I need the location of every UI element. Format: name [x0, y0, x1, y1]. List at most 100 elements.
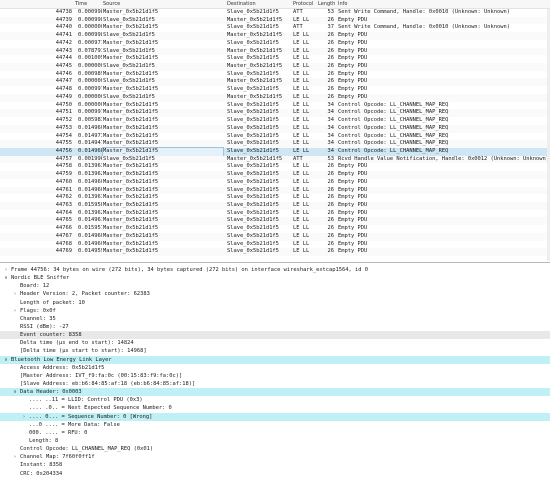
packet-time: 0.014960	[78, 240, 102, 247]
packet-list-header: Time Source Destination Protocol Length …	[0, 0, 550, 9]
detail-tree-item[interactable]: Delta time (µs end to start): 14824	[0, 339, 550, 347]
packet-info: Empty PDU	[338, 55, 368, 62]
packet-row[interactable]: 44755 0.014947 Master_0x5b21d1f5 Slave_0x5b…	[0, 140, 550, 148]
packet-row[interactable]: 44761 0.014960 Master_0x5b21d1f5 Slave_0x5b…	[0, 186, 550, 195]
column-header-protocol[interactable]: Protocol	[293, 1, 313, 7]
detail-tree-item[interactable]: Channel: 35	[0, 315, 550, 323]
packet-row[interactable]: 44742 0.000971 Master_0x5b21d1f5 Slave_0x5b…	[0, 39, 550, 48]
packet-protocol: LE LL	[293, 63, 310, 70]
detail-tree-item[interactable]: Board: 12	[0, 282, 550, 290]
packet-row[interactable]: 44741 0.000998 Slave_0x5b21d1f5 Master_0x5b…	[0, 32, 550, 40]
packet-row[interactable]: 44763 0.015958 Master_0x5b21d1f5 Slave_0x5b…	[0, 201, 550, 210]
detail-tree-item[interactable]: .... .0.. = Next Expected Sequence Numbe…	[0, 404, 550, 412]
detail-tree-item[interactable]: .... ..11 = LLID: Control PDU (0x3)	[0, 396, 550, 404]
detail-tree-item[interactable]: [Delta time (µs start to start): 14968]	[0, 347, 550, 355]
detail-tree-item[interactable]: Instant: 8358	[0, 461, 550, 469]
packet-row[interactable]: 44764 0.013962 Master_0x5b21d1f5 Slave_0x5b…	[0, 209, 550, 218]
packet-number: 44763	[55, 201, 72, 208]
packet-row[interactable]: 44745 0.000000 Slave_0x5b21d1f5 Master_0x5b…	[0, 63, 550, 71]
packet-destination: Slave_0x5b21d1f5	[227, 86, 279, 93]
collapse-arrow-icon[interactable]: ›	[20, 413, 28, 421]
detail-tree-item[interactable]: › Channel Map: 7f60f0ff1f	[0, 453, 550, 461]
packet-row[interactable]: 44759 0.013962 Master_0x5b21d1f5 Slave_0x5b…	[0, 171, 550, 179]
packet-destination: Slave_0x5b21d1f5	[227, 217, 279, 224]
detail-tree-item[interactable]: Length: 8	[0, 437, 550, 445]
packet-protocol: LE LL	[293, 55, 310, 62]
packet-time: 0.014960	[78, 186, 102, 193]
detail-tree-item[interactable]: › Flags: 0x0f	[0, 307, 550, 315]
expand-arrow-icon[interactable]: ∨	[2, 274, 10, 282]
detail-tree-item[interactable]: Control Opcode: LL_CHANNEL_MAP_REQ (0x01…	[0, 445, 550, 453]
detail-tree-item[interactable]: Access Address: 0x5b21d1f5	[0, 364, 550, 372]
packet-destination: Slave_0x5b21d1f5	[227, 147, 279, 154]
packet-row[interactable]: 44765 0.014961 Master_0x5b21d1f5 Slave_0x5b…	[0, 217, 550, 226]
collapse-arrow-icon[interactable]: ›	[11, 453, 19, 461]
expand-arrow-icon[interactable]: ∨	[2, 356, 10, 364]
detail-tree-item[interactable]: [Master Address: IVT_f9:fa:0c (00:15:83:…	[0, 372, 550, 380]
detail-tree-item[interactable]: Event counter: 8358	[0, 331, 550, 340]
packet-protocol: LE LL	[293, 248, 310, 255]
detail-tree-item[interactable]: [Slave Address: eb:b6:84:85:af:18 (eb:b6…	[0, 380, 550, 388]
packet-row[interactable]: 44743 0.078791 Slave_0x5b21d1f5 Master_0x5b…	[0, 47, 550, 56]
packet-info: Empty PDU	[338, 163, 368, 170]
packet-row[interactable]: 44767 0.014960 Master_0x5b21d1f5 Slave_0x5b…	[0, 232, 550, 241]
column-header-length[interactable]: Length	[318, 1, 335, 7]
detail-tree-item[interactable]: ...0 .... = More Data: False	[0, 421, 550, 429]
expand-arrow-icon[interactable]: ∨	[11, 388, 19, 396]
detail-tree-label: Access Address: 0x5b21d1f5	[20, 364, 105, 371]
detail-tree-item[interactable]: ›.... 0... = Sequence Number: 0 [Wrong]	[0, 412, 550, 421]
packet-row[interactable]: 44769 0.014959 Master_0x5b21d1f5 Slave_0x5b…	[0, 248, 550, 256]
packet-time: 0.015958	[78, 201, 102, 208]
collapse-arrow-icon[interactable]: ›	[11, 290, 19, 298]
detail-tree-label: [Master Address: IVT_f9:fa:0c (00:15:83:…	[20, 372, 183, 379]
packet-destination: Slave_0x5b21d1f5	[227, 101, 279, 108]
packet-row[interactable]: 44756 0.014968 Master_0x5b21d1f5 Slave_0x5b…	[0, 146, 550, 157]
packet-protocol: LE LL	[293, 147, 310, 154]
packet-row[interactable]: 44749 0.000000 Slave_0x5b21d1f5 Master_0x5b…	[0, 93, 550, 102]
packet-row[interactable]: 44740 0.000000 Master_0x5b21d1f5 Slave_0x5b…	[0, 24, 550, 33]
packet-row[interactable]: 44762 0.013963 Master_0x5b21d1f5 Slave_0x5b…	[0, 194, 550, 202]
packet-time: 0.000000	[78, 24, 102, 31]
packet-row[interactable]: 44751 0.000997 Master_0x5b21d1f5 Slave_0x5b…	[0, 109, 550, 118]
column-header-info[interactable]: Info	[338, 1, 347, 7]
detail-tree-item[interactable]: CRC: 0x204334	[0, 470, 550, 478]
detail-tree-label: CRC: 0x204334	[20, 470, 63, 477]
detail-tree-item[interactable]: Length of packet: 10	[0, 299, 550, 307]
packet-length: 26	[327, 70, 335, 77]
packet-row[interactable]: 44757 0.001996 Slave_0x5b21d1f5 Master_0x5b…	[0, 155, 550, 164]
packet-row[interactable]: 44739 0.000998 Slave_0x5b21d1f5 Master_0x5b…	[0, 16, 550, 25]
packet-row[interactable]: 44738 0.000998 Master_0x5b21d1f5 Slave_0x5b…	[0, 9, 550, 17]
collapse-arrow-icon[interactable]: ›	[2, 266, 10, 274]
packet-row[interactable]: 44758 0.013963 Master_0x5b21d1f5 Slave_0x5b…	[0, 163, 550, 172]
packet-protocol: LE LL	[293, 39, 310, 46]
packet-row[interactable]: 44753 0.014960 Master_0x5b21d1f5 Slave_0x5b…	[0, 124, 550, 133]
detail-tree-item[interactable]: ∨ Data Header: 0x0003	[0, 388, 550, 397]
detail-tree-item[interactable]: ∨ Nordic BLE Sniffer	[0, 274, 550, 282]
detail-tree-item[interactable]: › Frame 44756: 34 bytes on wire (272 bits…	[0, 266, 550, 274]
packet-length: 26	[327, 55, 335, 62]
packet-row[interactable]: 44766 0.015957 Master_0x5b21d1f5 Slave_0x5b…	[0, 225, 550, 233]
detail-tree-item[interactable]: ∨ Bluetooth Low Energy Link Layer	[0, 355, 550, 364]
packet-row[interactable]: 44768 0.014960 Master_0x5b21d1f5 Slave_0x5b…	[0, 240, 550, 249]
packet-source: Slave_0x5b21d1f5	[103, 63, 155, 70]
packet-source: Master_0x5b21d1f5	[103, 132, 159, 139]
detail-tree-item[interactable]: › Header Version: 2, Packet counter: 6238…	[0, 290, 550, 298]
collapse-arrow-icon[interactable]: ›	[11, 307, 19, 315]
packet-row[interactable]: 44746 0.000989 Master_0x5b21d1f5 Slave_0x5b…	[0, 70, 550, 79]
packet-length: 26	[327, 217, 335, 224]
packet-info: Empty PDU	[338, 217, 368, 224]
column-header-time[interactable]: Time	[75, 1, 87, 7]
packet-row[interactable]: 44748 0.000997 Master_0x5b21d1f5 Slave_0x5b…	[0, 86, 550, 94]
packet-row[interactable]: 44744 0.001005 Master_0x5b21d1f5 Slave_0x5b…	[0, 55, 550, 64]
packet-row[interactable]: 44747 0.000000 Slave_0x5b21d1f5 Master_0x5b…	[0, 78, 550, 87]
packet-info: Empty PDU	[338, 240, 368, 247]
packet-row[interactable]: 44760 0.014960 Master_0x5b21d1f5 Slave_0x5b…	[0, 178, 550, 187]
detail-tree-item[interactable]: 000. .... = RFU: 0	[0, 429, 550, 437]
column-header-destination[interactable]: Destination	[227, 1, 256, 7]
column-header-source[interactable]: Source	[103, 1, 120, 7]
packet-row[interactable]: 44754 0.014973 Master_0x5b21d1f5 Slave_0x5b…	[0, 132, 550, 141]
detail-tree-item[interactable]: RSSI (dBm): -27	[0, 323, 550, 331]
packet-row[interactable]: 44752 0.005983 Master_0x5b21d1f5 Slave_0x5b…	[0, 117, 550, 125]
packet-time: 0.000000	[78, 78, 102, 85]
packet-row[interactable]: 44750 0.000000 Master_0x5b21d1f5 Slave_0x5b…	[0, 101, 550, 110]
